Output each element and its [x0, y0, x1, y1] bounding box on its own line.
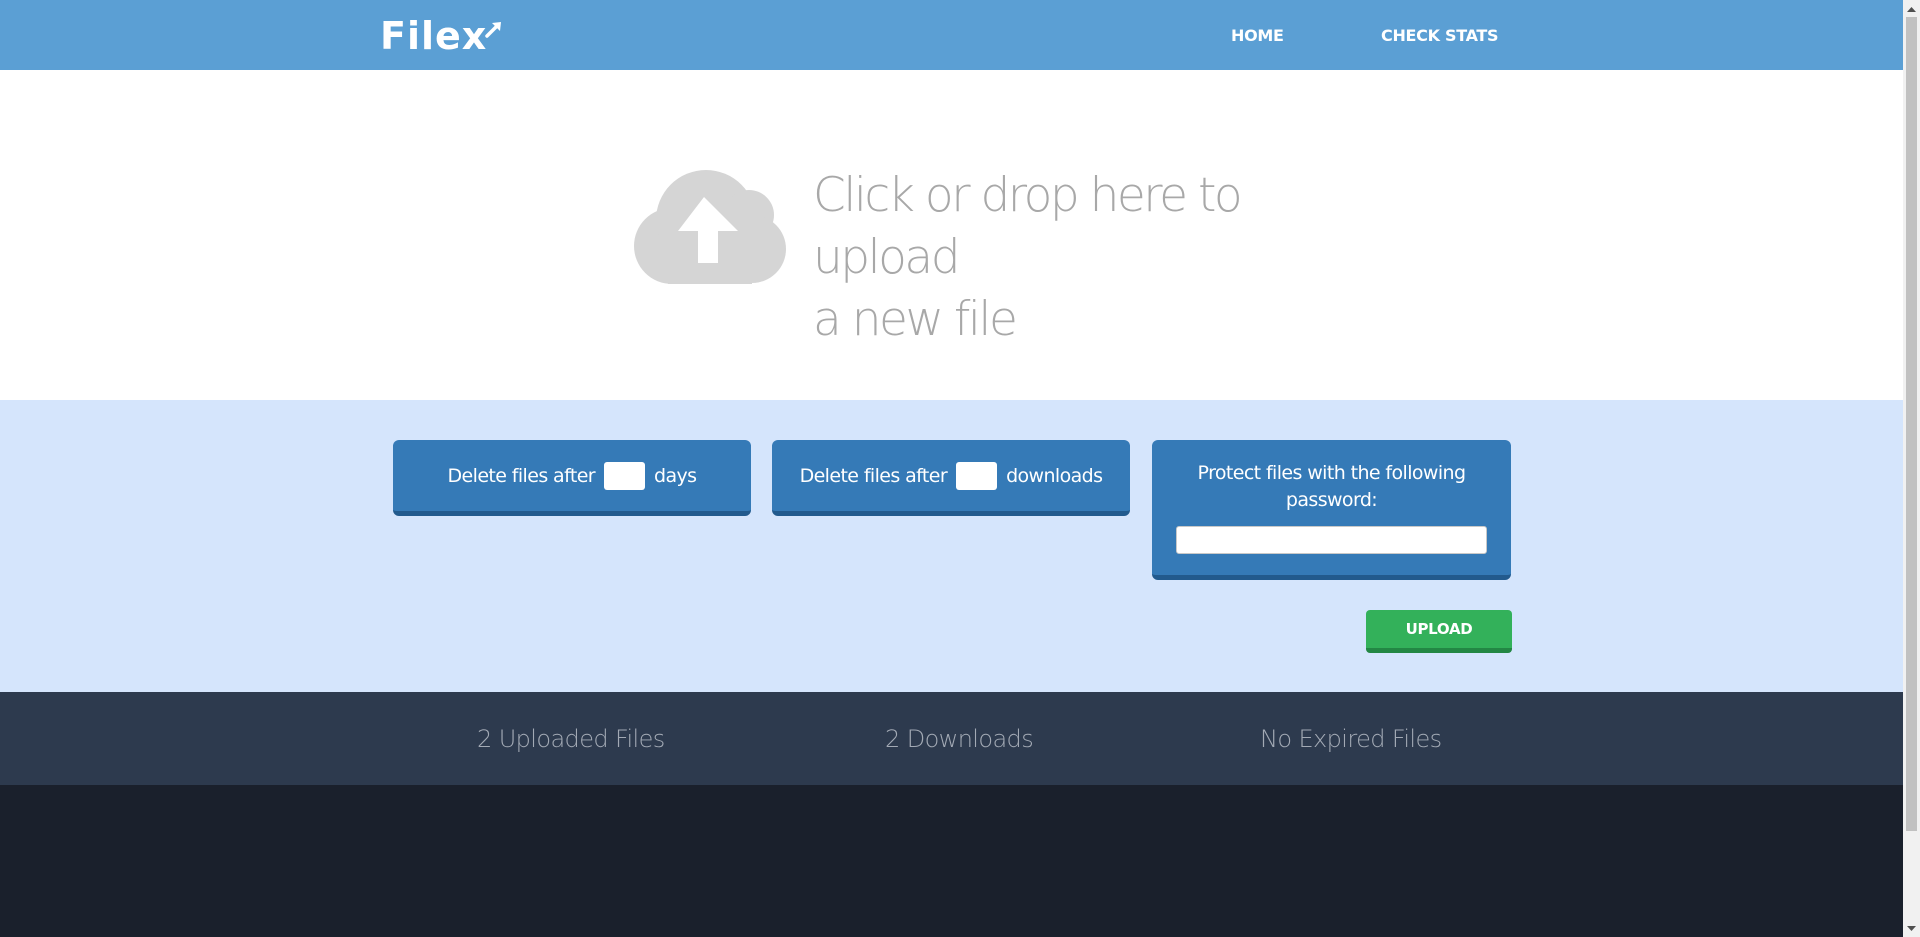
delete-after-days-row: Delete files after days: [393, 440, 751, 511]
password-protect-card: Protect files with the following passwor…: [1152, 440, 1511, 580]
days-input[interactable]: [604, 461, 646, 490]
upload-text-line-1: Click or drop here to upload: [813, 168, 1243, 285]
downloads-stat: 2 Downloads: [885, 724, 1034, 753]
expired-files-stat: No Expired Files: [1260, 724, 1442, 753]
logo-text: Filex: [380, 14, 488, 58]
vertical-scrollbar[interactable]: [1903, 0, 1920, 937]
uploaded-files-stat: 2 Uploaded Files: [477, 724, 665, 753]
filex-logo[interactable]: Filex: [380, 15, 503, 57]
upload-button[interactable]: UPLOAD: [1366, 610, 1512, 653]
delete-after-days-prefix: Delete files after: [447, 464, 596, 487]
password-label: Protect files with the following passwor…: [1197, 462, 1466, 511]
delete-after-days-card: Delete files after days: [393, 440, 751, 516]
logo-arrow-icon: [485, 22, 502, 38]
delete-after-downloads-prefix: Delete files after: [799, 464, 948, 487]
upload-text-line-2: a new file: [813, 292, 1018, 347]
upload-dropzone[interactable]: Click or drop here to upload a new file: [0, 70, 1903, 400]
scrollbar-thumb[interactable]: [1906, 17, 1917, 831]
page-footer: [0, 785, 1903, 937]
delete-after-downloads-suffix: downloads: [1006, 464, 1103, 487]
upload-options-section: Delete files after days Delete files aft…: [0, 400, 1903, 692]
downloads-input[interactable]: [956, 461, 998, 490]
nav-check-stats-link[interactable]: CHECK STATS: [1381, 0, 1499, 70]
cloud-upload-icon: [634, 170, 786, 284]
delete-after-days-suffix: days: [654, 464, 697, 487]
upload-instructions: Click or drop here to upload a new file: [813, 165, 1373, 351]
nav-home-link[interactable]: HOME: [1231, 0, 1284, 70]
scroll-up-arrow-icon[interactable]: [1903, 0, 1920, 17]
stats-bar: 2 Uploaded Files 2 Downloads No Expired …: [0, 692, 1903, 785]
delete-after-downloads-row: Delete files after downloads: [772, 440, 1130, 511]
top-navbar: Filex HOME CHECK STATS: [0, 0, 1903, 70]
delete-after-downloads-card: Delete files after downloads: [772, 440, 1130, 516]
scroll-down-arrow-icon[interactable]: [1903, 920, 1920, 937]
password-input[interactable]: [1176, 526, 1487, 554]
